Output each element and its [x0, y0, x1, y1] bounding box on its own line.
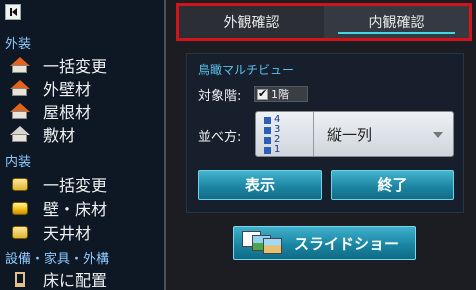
house-orange-roof-icon — [10, 102, 30, 120]
collapse-panel-icon[interactable] — [5, 4, 21, 20]
checkbox-checked-icon[interactable] — [257, 87, 268, 100]
section-header-equipment: 設備・家具・外構 — [5, 252, 110, 267]
sidebar-item-ceiling[interactable]: 天井材 — [10, 221, 91, 243]
floor-marker: 4 — [264, 115, 280, 125]
sidebar-item-label: 壁・床材 — [43, 200, 108, 219]
sidebar-item-label: 一括変更 — [43, 176, 108, 195]
sidebar-item-label: 床に配置 — [43, 271, 108, 290]
sidebar-item-place-on-floor[interactable]: 床に配置 — [10, 268, 107, 290]
slideshow-frames-icon — [242, 230, 284, 256]
floor-stack-icon: 4 3 2 1 — [256, 112, 314, 156]
chair-icon — [10, 270, 30, 288]
sidebar-item-interior-bulk-change[interactable]: 一括変更 — [10, 173, 107, 195]
sidebar-item-label: 屋根材 — [43, 103, 92, 122]
chevron-down-icon[interactable] — [433, 132, 443, 138]
section-header-exterior: 外装 — [5, 37, 32, 52]
end-button[interactable]: 終了 — [331, 170, 454, 200]
view-tabs: 外観確認 内観確認 — [176, 3, 472, 41]
sidebar-item-label: 天井材 — [43, 224, 92, 243]
house-orange-roof-icon — [10, 56, 30, 74]
arrange-dropdown[interactable]: 4 3 2 1 縦一列 — [255, 111, 454, 157]
birdseye-multiview-panel: 鳥瞰マルチビュー 対象階: 1階 並べ方: 4 3 2 1 縦一列 表示 終了 — [186, 53, 464, 213]
sidebar-item-exterior-bulk-change[interactable]: 一括変更 — [10, 54, 107, 76]
panel-title: 鳥瞰マルチビュー — [198, 63, 295, 77]
tab-interior-check[interactable]: 内観確認 — [324, 6, 469, 38]
show-button[interactable]: 表示 — [198, 170, 322, 200]
sidebar-item-exterior-wall[interactable]: 外壁材 — [10, 77, 91, 99]
sidebar-item-roof-material[interactable]: 屋根材 — [10, 100, 91, 122]
house-orange-roof-icon — [10, 79, 30, 97]
arrange-label: 並べ方: — [198, 130, 242, 145]
tab-exterior-check[interactable]: 外観確認 — [179, 6, 324, 38]
yellow-cube-icon — [10, 223, 30, 241]
yellow-cube-icon — [10, 175, 30, 193]
floor-marker: 3 — [264, 125, 280, 135]
target-floor-label: 対象階: — [198, 89, 242, 104]
section-header-interior: 内装 — [5, 155, 32, 170]
floor-marker: 2 — [264, 135, 280, 145]
target-floor-value: 1階 — [271, 88, 289, 101]
sidebar-item-label: 一括変更 — [43, 57, 108, 76]
sidebar-item-label: 敷材 — [43, 126, 76, 145]
slideshow-label: スライドショー — [294, 234, 400, 253]
yellow-cube-icon — [10, 199, 30, 217]
sidebar-item-paving[interactable]: 敷材 — [10, 123, 75, 145]
floor-marker: 1 — [264, 145, 280, 155]
slideshow-button[interactable]: スライドショー — [233, 226, 416, 260]
house-white-roof-icon — [10, 125, 30, 143]
sidebar-item-label: 外壁材 — [43, 80, 92, 99]
target-floor-checkbox[interactable]: 1階 — [254, 86, 308, 102]
sidebar: 外装 一括変更 外壁材 屋根材 敷材 内装 一括変更 壁・床材 天井材 設備・家… — [0, 0, 166, 290]
sidebar-item-wall-floor[interactable]: 壁・床材 — [10, 197, 107, 219]
